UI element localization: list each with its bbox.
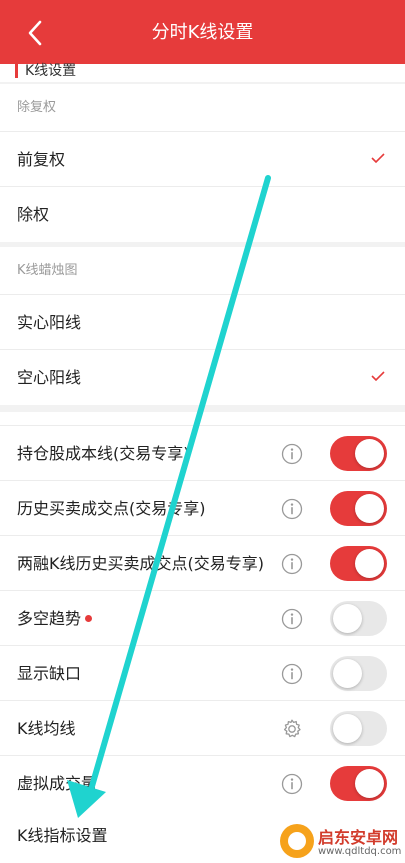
watermark-icon	[280, 824, 314, 858]
group-title-candle: K线蜡烛图	[0, 247, 405, 295]
info-icon[interactable]	[281, 773, 303, 795]
gear-icon[interactable]	[281, 718, 303, 740]
setting-label: 持仓股成本线(交易专享)	[17, 444, 190, 463]
info-icon[interactable]	[281, 498, 303, 520]
option-label: 空心阳线	[17, 368, 82, 387]
toggle-knob	[355, 769, 384, 798]
option-label: 前复权	[17, 150, 66, 169]
watermark-url: www.qdltdq.com	[318, 846, 402, 857]
setting-label: 显示缺口	[17, 664, 82, 683]
section-header: K线设置	[0, 63, 405, 82]
watermark-title: 启东安卓网	[318, 828, 399, 847]
toggle-switch[interactable]	[330, 656, 387, 691]
toggle-knob	[333, 659, 362, 688]
check-icon	[371, 153, 385, 163]
toggle-switch[interactable]	[330, 601, 387, 636]
page-title: 分时K线设置	[151, 22, 254, 43]
option-hollow-candle[interactable]: 空心阳线	[0, 350, 405, 405]
toggle-switch[interactable]	[330, 436, 387, 471]
toggle-group: 持仓股成本线(交易专享) 历史买卖成交点(交易专享) 两融K线历史买卖成交点(交…	[0, 412, 405, 811]
section-accent-bar	[15, 64, 18, 78]
setting-label: 历史买卖成交点(交易专享)	[17, 499, 206, 518]
toggle-switch[interactable]	[330, 766, 387, 801]
setting-row-ma: K线均线	[0, 701, 405, 756]
setting-label: 两融K线历史买卖成交点(交易专享)	[17, 554, 264, 573]
group-spacer	[0, 412, 405, 426]
option-solid-candle[interactable]: 实心阳线	[0, 295, 405, 350]
toggle-knob	[355, 439, 384, 468]
info-icon[interactable]	[281, 663, 303, 685]
setting-row-gap: 显示缺口	[0, 646, 405, 701]
toggle-knob	[355, 549, 384, 578]
option-qianfuquan[interactable]: 前复权	[0, 132, 405, 187]
info-icon[interactable]	[281, 443, 303, 465]
toggle-knob	[355, 494, 384, 523]
setting-label: 虚拟成交量	[17, 774, 98, 793]
option-chuquan[interactable]: 除权	[0, 187, 405, 242]
new-dot-badge	[85, 615, 93, 622]
watermark-logo: 启东安卓网 www.qdltdq.com	[280, 822, 405, 863]
fuquan-group: 除复权 前复权 除权	[0, 84, 405, 242]
setting-row-margin-trade-points: 两融K线历史买卖成交点(交易专享)	[0, 536, 405, 591]
option-label: 除权	[17, 205, 50, 224]
candle-group: K线蜡烛图 实心阳线 空心阳线	[0, 247, 405, 405]
option-label: 实心阳线	[17, 313, 82, 332]
toggle-knob	[333, 714, 362, 743]
setting-row-cost-line: 持仓股成本线(交易专享)	[0, 426, 405, 481]
top-bar: 分时K线设置	[0, 0, 405, 64]
toggle-knob	[333, 604, 362, 633]
info-icon[interactable]	[281, 553, 303, 575]
setting-row-trade-points: 历史买卖成交点(交易专享)	[0, 481, 405, 536]
section-title: K线设置	[25, 63, 77, 79]
setting-row-virtual-volume: 虚拟成交量	[0, 756, 405, 811]
check-icon	[371, 371, 385, 381]
setting-label: 多空趋势	[17, 609, 82, 628]
info-icon[interactable]	[281, 608, 303, 630]
toggle-switch[interactable]	[330, 546, 387, 581]
setting-label: K线均线	[17, 719, 76, 738]
toggle-switch[interactable]	[330, 491, 387, 526]
group-title-fuquan: 除复权	[0, 84, 405, 132]
setting-row-trend: 多空趋势	[0, 591, 405, 646]
indicator-settings-label: K线指标设置	[17, 826, 108, 845]
toggle-switch[interactable]	[330, 711, 387, 746]
